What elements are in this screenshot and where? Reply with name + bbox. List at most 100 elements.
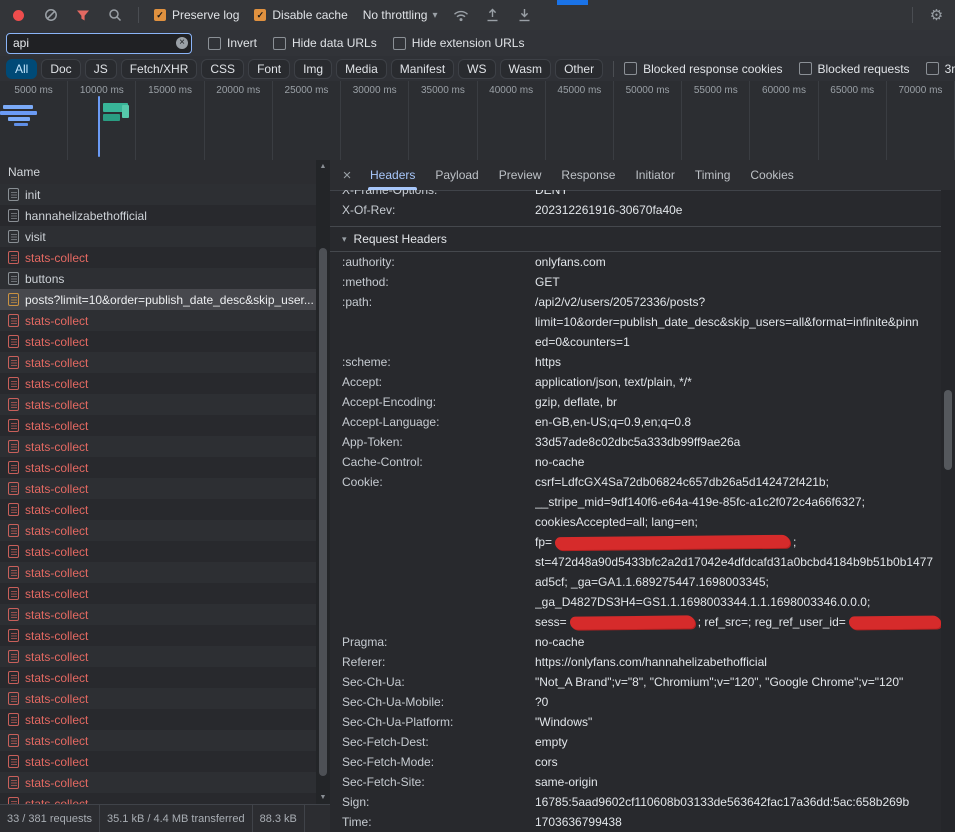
filter-pill-font[interactable]: Font — [248, 59, 290, 79]
filter-pill-css[interactable]: CSS — [201, 59, 244, 79]
disable-cache-checkbox[interactable]: ✓ Disable cache — [254, 8, 347, 22]
network-conditions-button[interactable] — [452, 7, 469, 24]
request-name: buttons — [25, 272, 316, 286]
value-line: __stripe_mid=9df140f6-e64a-419e-85fc-a1c… — [535, 492, 941, 512]
request-name: stats-collect — [25, 419, 316, 433]
request-name: stats-collect — [25, 671, 316, 685]
filter-pill-media[interactable]: Media — [336, 59, 387, 79]
clear-filter-icon[interactable]: × — [176, 37, 188, 49]
filter-pill-wasm[interactable]: Wasm — [500, 59, 552, 79]
request-headers-section[interactable]: ▾ Request Headers — [342, 227, 941, 251]
filter-pill-other[interactable]: Other — [555, 59, 603, 79]
request-row[interactable]: stats-collect — [0, 415, 316, 436]
request-row[interactable]: stats-collect — [0, 688, 316, 709]
request-row[interactable]: stats-collect — [0, 562, 316, 583]
file-icon — [8, 755, 19, 768]
request-row[interactable]: stats-collect — [0, 583, 316, 604]
clear-button[interactable] — [42, 7, 59, 24]
request-row[interactable]: stats-collect — [0, 352, 316, 373]
request-row[interactable]: stats-collect — [0, 499, 316, 520]
request-row[interactable]: visit — [0, 226, 316, 247]
request-row[interactable]: stats-collect — [0, 310, 316, 331]
filter-pill-all[interactable]: All — [6, 59, 37, 79]
timeline-tick: 70000 ms — [887, 81, 955, 160]
hide-data-urls-checkbox[interactable]: Hide data URLs — [273, 36, 377, 50]
request-row[interactable]: stats-collect — [0, 520, 316, 541]
request-row[interactable]: stats-collect — [0, 394, 316, 415]
value-line: st=472d48a90d5433bfc2a2d17042e4dfdcafd31… — [535, 552, 941, 572]
filter-input[interactable] — [6, 33, 192, 54]
checkbox-blocked-response-cookies[interactable]: Blocked response cookies — [624, 62, 782, 76]
request-row[interactable]: stats-collect — [0, 709, 316, 730]
request-row[interactable]: init — [0, 184, 316, 205]
header-row: Cache-Control:no-cache — [342, 452, 941, 472]
tab-initiator[interactable]: Initiator — [625, 160, 684, 190]
request-row[interactable]: stats-collect — [0, 247, 316, 268]
filter-pill-fetch-xhr[interactable]: Fetch/XHR — [121, 59, 198, 79]
invert-label: Invert — [227, 36, 257, 50]
value-line: ed=0&counters=1 — [535, 332, 941, 352]
request-row[interactable]: stats-collect — [0, 457, 316, 478]
request-row[interactable]: stats-collect — [0, 730, 316, 751]
header-value: no-cache — [535, 452, 941, 472]
file-icon — [8, 524, 19, 537]
file-icon — [8, 272, 19, 285]
header-name: :scheme: — [342, 352, 535, 372]
request-row[interactable]: stats-collect — [0, 478, 316, 499]
settings-gear-icon[interactable]: ⚙ — [928, 7, 945, 24]
tab-response[interactable]: Response — [551, 160, 625, 190]
request-row[interactable]: stats-collect — [0, 436, 316, 457]
preserve-log-checkbox[interactable]: ✓ Preserve log — [154, 8, 239, 22]
request-detail-panel: × HeadersPayloadPreviewResponseInitiator… — [330, 160, 955, 832]
close-icon[interactable]: × — [334, 160, 360, 190]
hide-extension-urls-checkbox[interactable]: Hide extension URLs — [393, 36, 525, 50]
scrollbar-thumb[interactable] — [319, 248, 327, 776]
request-row[interactable]: stats-collect — [0, 772, 316, 793]
detail-scrollbar[interactable] — [941, 190, 955, 832]
scrollbar-thumb[interactable] — [944, 390, 952, 470]
name-column-header[interactable]: Name — [0, 160, 330, 185]
filter-pill-img[interactable]: Img — [294, 59, 332, 79]
filter-pill-ws[interactable]: WS — [458, 59, 495, 79]
request-row[interactable]: stats-collect — [0, 646, 316, 667]
request-list-scrollbar[interactable]: ▲ ▼ — [316, 160, 330, 805]
request-name: stats-collect — [25, 587, 316, 601]
scroll-down-icon[interactable]: ▼ — [320, 794, 327, 802]
request-row[interactable]: stats-collect — [0, 373, 316, 394]
record-button[interactable] — [10, 7, 27, 24]
request-name: stats-collect — [25, 356, 316, 370]
request-row[interactable]: stats-collect — [0, 625, 316, 646]
network-overview[interactable]: 5000 ms10000 ms15000 ms20000 ms25000 ms3… — [0, 81, 955, 161]
checkbox-label: Blocked response cookies — [643, 62, 782, 76]
header-value: 202312261916-30670fa40e — [535, 200, 941, 220]
tab-timing[interactable]: Timing — [685, 160, 741, 190]
request-row[interactable]: posts?limit=10&order=publish_date_desc&s… — [0, 289, 316, 310]
request-row[interactable]: stats-collect — [0, 751, 316, 772]
export-har-button[interactable] — [516, 7, 533, 24]
request-row[interactable]: buttons — [0, 268, 316, 289]
request-row[interactable]: stats-collect — [0, 331, 316, 352]
filter-pill-doc[interactable]: Doc — [41, 59, 80, 79]
request-row[interactable]: stats-collect — [0, 541, 316, 562]
scroll-up-icon[interactable]: ▲ — [320, 163, 327, 171]
invert-checkbox[interactable]: Invert — [208, 36, 257, 50]
throttling-dropdown[interactable]: No throttling ▾ — [363, 8, 438, 22]
request-row[interactable]: hannahelizabethofficial — [0, 205, 316, 226]
tab-preview[interactable]: Preview — [489, 160, 552, 190]
tab-headers[interactable]: Headers — [360, 160, 425, 190]
tick-label: 45000 ms — [546, 81, 613, 96]
filter-pill-manifest[interactable]: Manifest — [391, 59, 454, 79]
header-row: Sec-Fetch-Site:same-origin — [342, 772, 941, 792]
tab-cookies[interactable]: Cookies — [740, 160, 803, 190]
request-row[interactable]: stats-collect — [0, 667, 316, 688]
filter-button[interactable] — [74, 7, 91, 24]
filter-pill-js[interactable]: JS — [85, 59, 117, 79]
search-button[interactable] — [106, 7, 123, 24]
header-name: :authority: — [342, 252, 535, 272]
checkbox-blocked-requests[interactable]: Blocked requests — [799, 62, 910, 76]
request-row[interactable]: stats-collect — [0, 604, 316, 625]
tab-payload[interactable]: Payload — [425, 160, 488, 190]
import-har-button[interactable] — [484, 7, 501, 24]
checkbox-3rd-party-requests[interactable]: 3rd-party requests — [926, 62, 955, 76]
header-name: Cookie: — [342, 472, 535, 492]
